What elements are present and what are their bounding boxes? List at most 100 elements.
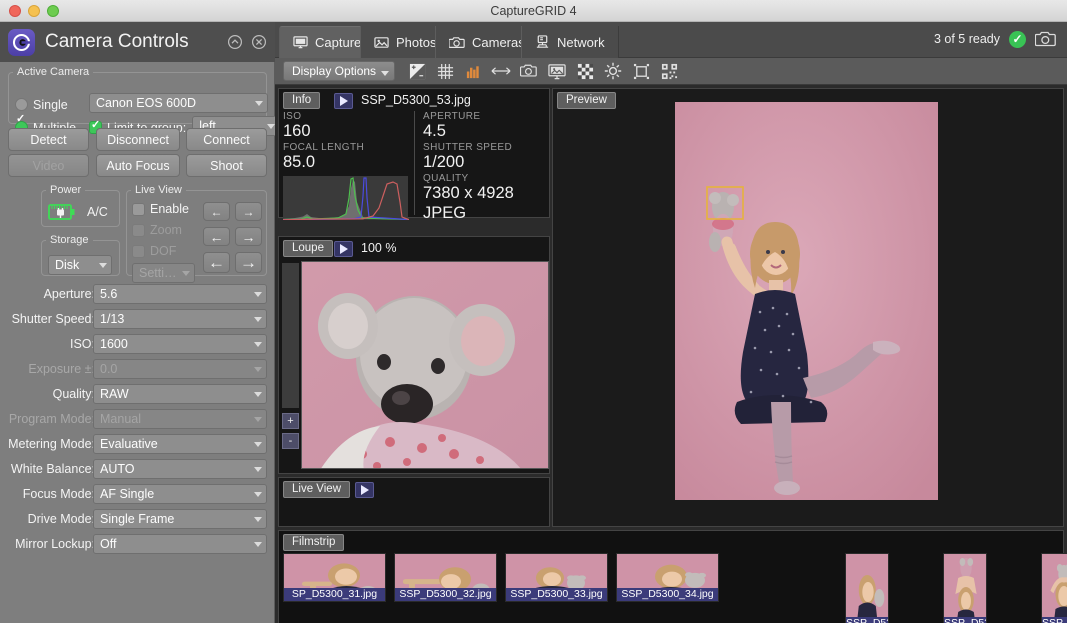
setting-value: 1/13 [93,309,267,329]
filmstrip-thumb[interactable]: SSP_D5300_3 [845,553,889,623]
filmstrip-thumb-label: SSP_D5300_32.jpg [395,588,496,601]
loupe-vertical-scrollbar[interactable] [282,263,299,408]
info-panel-tag[interactable]: Info [283,92,320,109]
filmstrip-thumb-label: SSP_D5300_33.jpg [506,588,607,601]
exposure-icon[interactable] [403,60,431,82]
filmstrip-panel-tag[interactable]: Filmstrip [283,534,344,551]
setting-value: Evaluative [93,434,267,454]
loupe-zoom-in-button[interactable]: + [282,413,299,429]
setting-select[interactable]: 1/13 [93,309,267,332]
live-view-pan-left-small[interactable]: ← [203,202,230,221]
filmstrip-thumb[interactable]: SSP_D5300_33.jpg [505,553,608,602]
setting-select[interactable]: Single Frame [93,509,267,532]
setting-select[interactable]: Off [93,534,267,557]
loupe-image[interactable] [301,261,549,469]
live-view-pan-right-small[interactable]: → [235,202,262,221]
preview-image[interactable] [675,102,938,500]
active-camera-legend: Active Camera [13,66,93,78]
disconnect-button[interactable]: Disconnect [96,128,180,151]
histogram-icon[interactable] [459,60,487,82]
capturegrid-logo-icon [8,29,35,56]
live-view-panel-tag[interactable]: Live View [283,481,350,498]
live-view-panel: Live View [278,477,550,527]
auto-focus-button[interactable]: Auto Focus [96,154,180,177]
setting-select[interactable]: 1600 [93,334,267,357]
close-icon[interactable] [251,34,267,50]
crop-icon[interactable] [627,60,655,82]
live-view-settings-select[interactable]: Settings [132,263,195,286]
live-view-play-button[interactable] [355,482,374,498]
setting-value: 1600 [93,334,267,354]
setting-row-aperture: Aperture:5.6 [0,284,275,309]
info-value-format: JPEG [423,204,539,223]
filmstrip-thumb[interactable]: SSP_D5300_3 [1041,553,1067,623]
loupe-zoom-out-button[interactable]: - [282,433,299,449]
brightness-icon[interactable] [599,60,627,82]
display-options-button[interactable]: Display Options [283,61,395,81]
setting-select[interactable]: Manual [93,409,267,432]
shoot-button[interactable]: Shoot [186,154,267,177]
live-view-zoom-checkbox[interactable] [132,224,145,237]
active-camera-value: Canon EOS 600D [89,93,268,113]
info-column-left: ISO 160 FOCAL LENGTH 85.0 [283,111,414,215]
live-view-legend: Live View [131,184,186,196]
filmstrip-thumb[interactable]: SSP_D5300_3 [943,553,987,623]
setting-label: ISO: [0,334,95,354]
tab-network[interactable]: Network [521,26,619,58]
info-key-shutter-speed: SHUTTER SPEED [423,142,539,153]
setting-select[interactable]: 0.0 [93,359,267,382]
setting-select[interactable]: AF Single [93,484,267,507]
storage-select[interactable]: Disk [48,255,112,278]
window-titlebar: CaptureGRID 4 [0,0,1067,22]
live-view-pan-left-medium[interactable]: ← [203,227,230,246]
camera-capture-icon[interactable] [515,60,543,82]
checker-icon[interactable] [571,60,599,82]
single-camera-radio[interactable] [15,98,28,111]
collapse-icon[interactable] [227,34,243,50]
storage-value: Disk [48,255,112,275]
loupe-panel-tag[interactable]: Loupe [283,240,333,257]
filmstrip-thumb[interactable]: SP_D5300_31.jpg [283,553,386,602]
live-view-pan-right-large[interactable]: → [235,252,262,273]
storage-legend: Storage [46,234,93,246]
setting-select[interactable]: 5.6 [93,284,267,307]
live-view-dof-checkbox[interactable] [132,245,145,258]
compare-icon[interactable] [487,60,515,82]
video-button[interactable]: Video [8,154,89,177]
info-panel: Info SSP_D5300_53.jpg ISO 160 FOCAL LENG… [278,88,550,218]
preview-panel-tag[interactable]: Preview [557,92,616,109]
live-view-enable-checkbox[interactable] [132,203,145,216]
histogram-graph [283,176,408,220]
live-view-pan-left-large[interactable]: ← [203,252,230,273]
ready-status: 3 of 5 ready ✓ [934,30,1057,48]
screen-image-icon[interactable] [543,60,571,82]
active-camera-select[interactable]: Canon EOS 600D [89,93,268,116]
filmstrip-thumbnails: SP_D5300_31.jpg SSP_D5300_32.jpg SSP_D5300… [283,553,1067,623]
setting-select[interactable]: RAW [93,384,267,407]
info-key-aperture: APERTURE [423,111,539,122]
qr-icon[interactable] [655,60,683,82]
setting-label: Aperture: [0,284,95,304]
battery-ac-icon [48,202,76,222]
filmstrip-thumb[interactable]: SSP_D5300_32.jpg [394,553,497,602]
setting-row-program-mode: Program Mode:Manual [0,409,275,434]
live-view-group: Live View Enable Zoom DOF Settings ← [126,184,267,276]
display-toolbar: Display Options [275,58,1067,85]
setting-value: Single Frame [93,509,267,529]
status-camera-icon[interactable] [1035,30,1057,48]
setting-value: Manual [93,409,267,429]
live-view-pan-right-medium[interactable]: → [235,227,262,246]
loupe-play-button[interactable] [334,241,353,257]
setting-row-iso: ISO:1600 [0,334,275,359]
connect-button[interactable]: Connect [186,128,267,151]
setting-select[interactable]: Evaluative [93,434,267,457]
filmstrip-thumb-label: SSP_D5300_3 [1042,617,1067,623]
detect-button[interactable]: Detect [8,128,89,151]
info-value-shutter-speed: 1/200 [423,153,539,172]
power-value: A/C [87,205,108,219]
grid-icon[interactable] [431,60,459,82]
setting-select[interactable]: AUTO [93,459,267,482]
info-play-button[interactable] [334,93,353,109]
camera-icon [449,35,465,50]
filmstrip-thumb[interactable]: SSP_D5300_34.jpg [616,553,719,602]
